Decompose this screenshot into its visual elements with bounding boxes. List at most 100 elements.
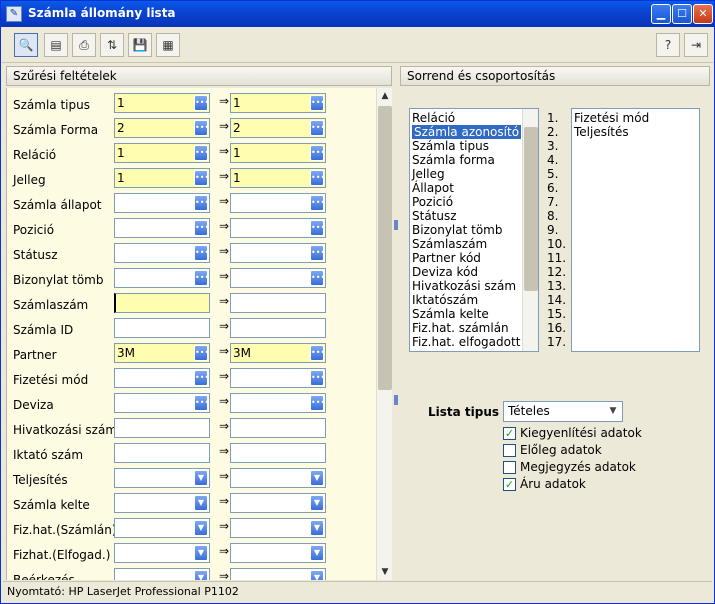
lookup-icon[interactable]: ••• — [194, 95, 209, 111]
filter-to-input[interactable]: 3M ••• — [230, 343, 326, 363]
checkbox-box[interactable] — [503, 444, 516, 457]
checkmark-icon[interactable]: ✓ — [503, 478, 516, 491]
lookup-icon[interactable]: ••• — [310, 245, 325, 261]
lookup-icon[interactable]: ••• — [310, 220, 325, 236]
available-field-item[interactable]: Reláció — [412, 111, 455, 125]
print-icon[interactable]: ⎙ — [72, 33, 96, 57]
filter-to-input[interactable]: ••• — [230, 193, 326, 213]
filter-from-input[interactable]: ▼ — [114, 493, 210, 513]
help-icon[interactable]: ? — [656, 33, 680, 57]
lookup-icon[interactable]: ••• — [310, 170, 325, 186]
filter-from-input[interactable]: ▼ — [114, 518, 210, 538]
splitter-handle[interactable] — [394, 220, 398, 230]
panel-splitter[interactable] — [393, 65, 399, 580]
dropdown-icon[interactable]: ▼ — [194, 470, 208, 486]
filter-to-input[interactable]: ••• — [230, 268, 326, 288]
scroll-up-icon[interactable]: ▲ — [377, 88, 393, 104]
filter-from-input[interactable]: 2 ••• — [114, 118, 210, 138]
available-field-item[interactable]: Számla azonosító — [412, 125, 522, 139]
filter-to-input[interactable]: 1 ••• — [230, 93, 326, 113]
filter-from-input[interactable]: ▼ — [114, 468, 210, 488]
settings-icon[interactable]: ▤ — [44, 33, 68, 57]
save-icon[interactable]: 💾 — [128, 33, 152, 57]
filter-to-input[interactable]: ••• — [230, 393, 326, 413]
lookup-icon[interactable]: ••• — [310, 370, 325, 386]
available-field-item[interactable]: Hivatkozási szám — [412, 279, 516, 293]
lista-tipus-select[interactable]: Tételes ▼ — [503, 401, 623, 422]
dropdown-icon[interactable]: ▼ — [194, 545, 208, 561]
available-field-item[interactable]: Fiz.hat. elfogadott — [412, 335, 520, 349]
lookup-icon[interactable]: ••• — [194, 395, 209, 411]
filter-to-input[interactable]: ••• — [230, 368, 326, 388]
filter-from-input[interactable]: ▼ — [114, 543, 210, 563]
dropdown-icon[interactable]: ▼ — [310, 495, 324, 511]
available-fields-list[interactable]: Reláció Számla azonosító Számla tipus Száml… — [409, 108, 539, 352]
filter-from-input[interactable]: ••• — [114, 368, 210, 388]
available-field-item[interactable]: Partner kód — [412, 251, 481, 265]
lookup-icon[interactable]: ••• — [194, 220, 209, 236]
close-button[interactable]: ✕ — [693, 4, 713, 24]
scroll-thumb[interactable] — [378, 106, 392, 390]
selected-field-item[interactable]: Teljesítés — [574, 125, 629, 139]
dropdown-icon[interactable]: ▼ — [310, 520, 324, 536]
lookup-icon[interactable]: ••• — [194, 145, 209, 161]
export-icon[interactable]: ⇅ — [100, 33, 124, 57]
lookup-icon[interactable]: ••• — [194, 270, 209, 286]
lookup-icon[interactable]: ••• — [194, 370, 209, 386]
lookup-icon[interactable]: ••• — [310, 270, 325, 286]
filter-from-input[interactable]: ••• — [114, 218, 210, 238]
filter-from-input[interactable]: 3M ••• — [114, 343, 210, 363]
list-scroll-thumb[interactable] — [524, 127, 538, 291]
filter-from-input[interactable] — [114, 418, 210, 438]
filter-to-input[interactable] — [230, 418, 326, 438]
checkmark-icon[interactable]: ✓ — [503, 427, 516, 440]
filter-from-input[interactable]: ▼ — [114, 568, 210, 580]
dropdown-icon[interactable]: ▼ — [194, 520, 208, 536]
available-field-item[interactable]: Számla forma — [412, 153, 495, 167]
filter-to-input[interactable]: ••• — [230, 218, 326, 238]
checkbox-box[interactable] — [503, 461, 516, 474]
filter-to-input[interactable]: ▼ — [230, 493, 326, 513]
selected-field-item[interactable]: Fizetési mód — [574, 111, 649, 125]
available-field-item[interactable]: Fiz.hat. számlán — [412, 321, 509, 335]
lookup-icon[interactable]: ••• — [194, 245, 209, 261]
lookup-icon[interactable]: ••• — [310, 95, 325, 111]
filter-from-input[interactable]: ••• — [114, 393, 210, 413]
dropdown-icon[interactable]: ▼ — [310, 470, 324, 486]
lookup-icon[interactable]: ••• — [310, 145, 325, 161]
exit-icon[interactable]: ⇥ — [684, 33, 708, 57]
lookup-icon[interactable]: ••• — [310, 120, 325, 136]
lookup-icon[interactable]: ••• — [310, 195, 325, 211]
dropdown-icon[interactable]: ▼ — [310, 570, 324, 580]
available-field-item[interactable]: Jelleg — [412, 167, 445, 181]
filter-from-input[interactable] — [114, 443, 210, 463]
excel-icon[interactable]: ▦ — [156, 33, 180, 57]
available-field-item[interactable]: Számla kelte — [412, 307, 489, 321]
filter-from-input[interactable] — [114, 293, 210, 313]
filter-to-input[interactable] — [230, 443, 326, 463]
filter-to-input[interactable]: ••• — [230, 243, 326, 263]
filter-from-input[interactable] — [114, 318, 210, 338]
lookup-icon[interactable]: ••• — [194, 170, 209, 186]
lookup-icon[interactable]: ••• — [310, 395, 325, 411]
scroll-down-icon[interactable]: ▼ — [377, 564, 393, 580]
filter-scrollbar[interactable]: ▲ ▼ — [376, 88, 392, 580]
minimize-button[interactable]: ▁ — [651, 4, 671, 24]
filter-from-input[interactable]: ••• — [114, 193, 210, 213]
lookup-icon[interactable]: ••• — [194, 195, 209, 211]
dropdown-icon[interactable]: ▼ — [194, 570, 208, 580]
lookup-icon[interactable]: ••• — [194, 345, 209, 361]
available-field-item[interactable]: Számlaszám — [412, 237, 487, 251]
available-list-scrollbar[interactable] — [522, 109, 538, 351]
filter-to-input[interactable]: ▼ — [230, 568, 326, 580]
filter-to-input[interactable]: ▼ — [230, 518, 326, 538]
selected-fields-list[interactable]: Fizetési mód Teljesítés — [571, 108, 700, 352]
filter-from-input[interactable]: 1 ••• — [114, 93, 210, 113]
dropdown-icon[interactable]: ▼ — [310, 545, 324, 561]
filter-to-input[interactable] — [230, 318, 326, 338]
filter-to-input[interactable] — [230, 293, 326, 313]
filter-to-input[interactable]: ▼ — [230, 543, 326, 563]
filter-to-input[interactable]: 1 ••• — [230, 168, 326, 188]
lookup-icon[interactable]: ••• — [194, 120, 209, 136]
available-field-item[interactable]: Státusz — [412, 209, 457, 223]
